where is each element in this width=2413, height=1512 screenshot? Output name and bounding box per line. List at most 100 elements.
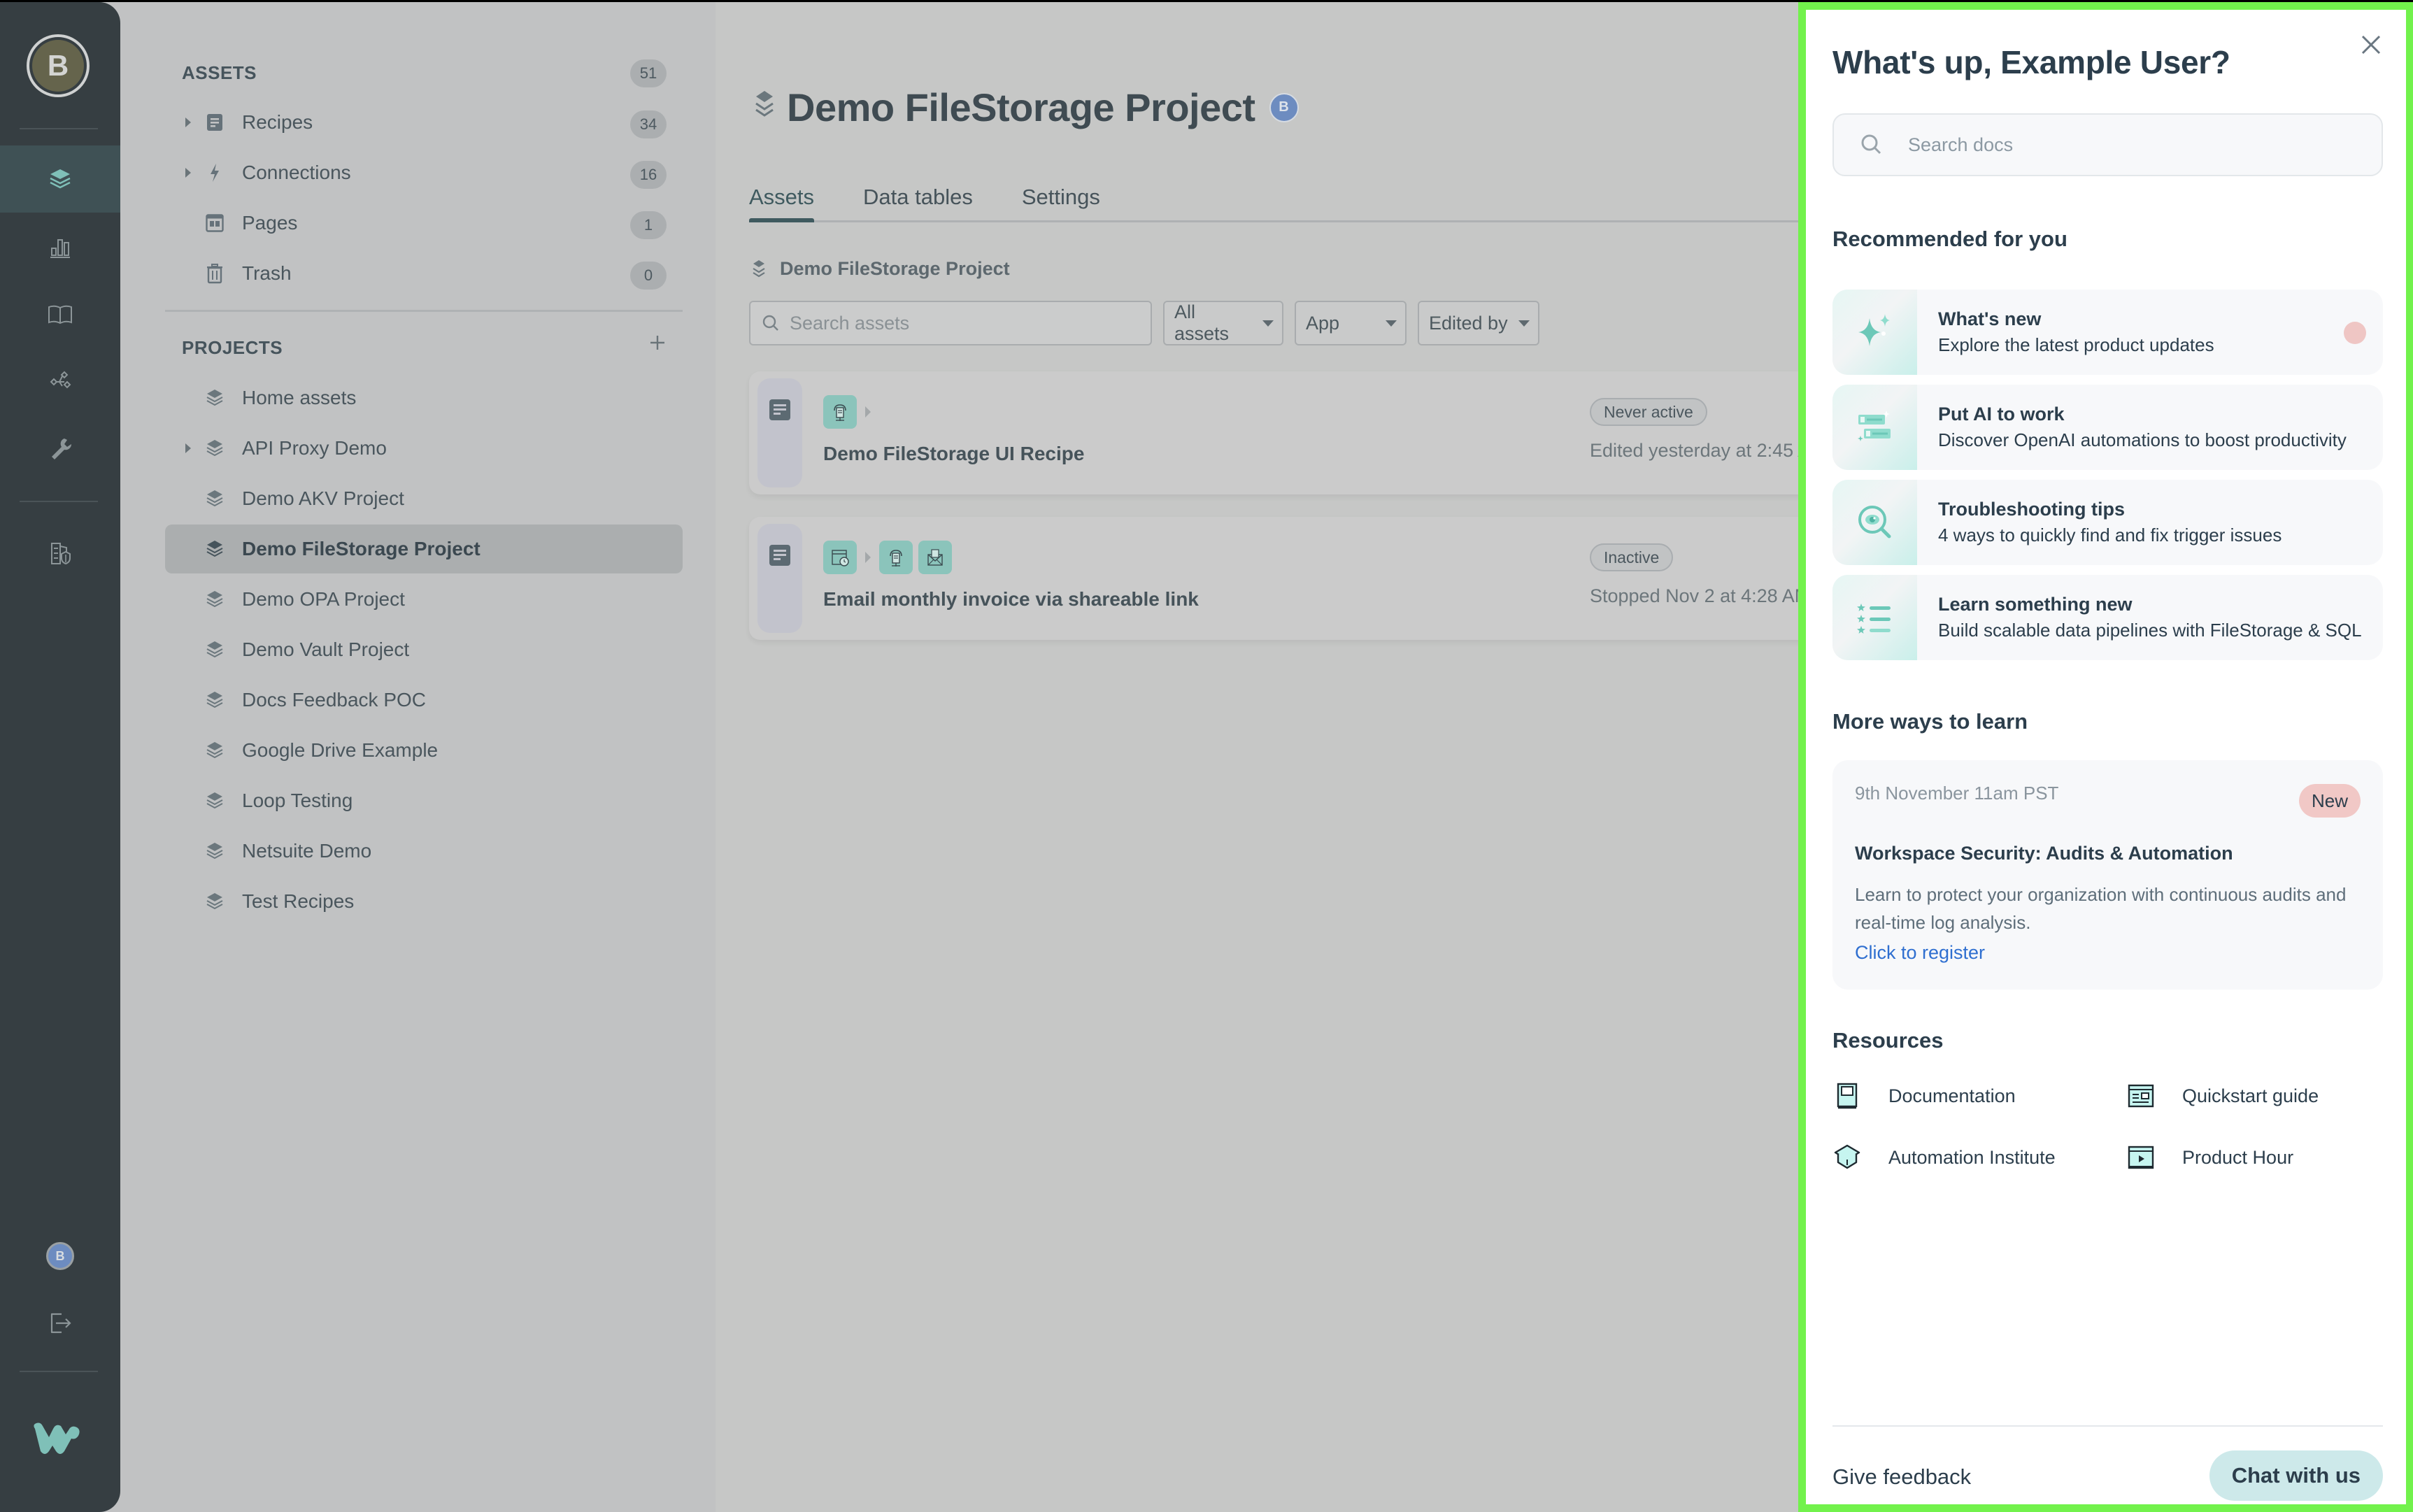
- nav-item-admin[interactable]: [0, 520, 120, 587]
- recipe-icon: [203, 110, 227, 134]
- app-dropdown[interactable]: App: [1295, 301, 1407, 345]
- add-project-icon[interactable]: [647, 332, 668, 353]
- resource-automation-institute[interactable]: Automation Institute: [1832, 1143, 2056, 1172]
- project-item[interactable]: Google Drive Example: [165, 726, 683, 775]
- browser-guide-icon: [2128, 1084, 2154, 1108]
- project-item[interactable]: Demo AKV Project: [165, 474, 683, 523]
- dropdown-label: Edited by: [1429, 312, 1508, 334]
- give-feedback-link[interactable]: Give feedback: [1832, 1464, 1971, 1490]
- project-stack-icon: [203, 638, 227, 662]
- dropdown-label: App: [1306, 312, 1340, 334]
- filter-bar: All assets App Edited by: [749, 301, 1539, 345]
- project-label: Demo OPA Project: [242, 588, 405, 610]
- nav-item-projects[interactable]: [0, 145, 120, 213]
- recommended-item-whats-new[interactable]: What's new Explore the latest product upd…: [1832, 290, 2383, 375]
- asset-meta: Stopped Nov 2 at 4:28 AM: [1590, 585, 1811, 606]
- asset-name[interactable]: Demo FileStorage UI Recipe: [823, 443, 1084, 465]
- project-stack-icon: [749, 88, 780, 127]
- recommended-item-put-ai-to-work[interactable]: Put AI to work Discover OpenAI automation…: [1832, 385, 2383, 470]
- help-panel: What's up, Example User? Recommended for…: [1798, 2, 2413, 1512]
- workspace-avatar[interactable]: B: [46, 1242, 74, 1270]
- asset-name[interactable]: Email monthly invoice via shareable link: [823, 588, 1199, 611]
- search-docs-input[interactable]: [1908, 134, 2328, 156]
- expand-caret-icon[interactable]: [178, 116, 199, 129]
- close-icon[interactable]: [2357, 31, 2385, 59]
- email-icon: [918, 541, 952, 574]
- register-link[interactable]: Click to register: [1855, 942, 1985, 964]
- app-connector-list: [823, 541, 952, 574]
- assets-item-label: Connections: [242, 162, 351, 183]
- filestorage-icon: [823, 395, 857, 429]
- tab-bar: Assets Data tables Settings: [749, 180, 1798, 222]
- asset-card[interactable]: Email monthly invoice via shareable link…: [749, 517, 1812, 640]
- book-doc-icon: [1837, 1083, 1858, 1109]
- resource-label: Quickstart guide: [2182, 1085, 2319, 1106]
- nav-rail: B B: [0, 2, 120, 1512]
- divider: [20, 128, 98, 129]
- star-list-icon: [1856, 604, 1891, 634]
- breadcrumb: Demo FileStorage Project: [749, 258, 1010, 280]
- resource-quickstart-guide[interactable]: Quickstart guide: [2126, 1081, 2319, 1111]
- breadcrumb-project[interactable]: Demo FileStorage Project: [780, 258, 1010, 280]
- owner-avatar-badge[interactable]: B: [1269, 92, 1299, 122]
- event-description: Learn to protect your organization with …: [1855, 884, 2347, 933]
- lightning-icon: [203, 161, 227, 185]
- graduation-cap-icon: [1834, 1144, 1860, 1169]
- resource-product-hour[interactable]: Product Hour: [2126, 1143, 2293, 1172]
- project-item[interactable]: Loop Testing: [165, 776, 683, 825]
- recommended-desc: 4 ways to quickly find and fix trigger i…: [1938, 525, 2282, 545]
- search-assets-field: [749, 301, 1152, 345]
- asset-card[interactable]: Demo FileStorage UI Recipe Never active …: [749, 371, 1826, 494]
- project-item[interactable]: Test Recipes: [165, 877, 683, 926]
- help-panel-title: What's up, Example User?: [1832, 44, 2230, 80]
- user-avatar-initial: B: [32, 40, 84, 92]
- project-label: API Proxy Demo: [242, 437, 387, 459]
- edited-by-dropdown[interactable]: Edited by: [1418, 301, 1539, 345]
- logout-icon[interactable]: [46, 1308, 74, 1336]
- chat-with-us-button[interactable]: Chat with us: [2209, 1450, 2383, 1501]
- wrench-icon: [52, 438, 72, 459]
- tab-settings[interactable]: Settings: [1022, 180, 1100, 220]
- assets-item-pages[interactable]: Pages: [165, 199, 683, 248]
- assets-count-badge: 51: [630, 59, 667, 87]
- workato-logo-icon[interactable]: [29, 1422, 88, 1458]
- project-item[interactable]: Home assets: [165, 373, 683, 422]
- project-stack-icon: [203, 890, 227, 913]
- recommended-title: Put AI to work: [1938, 404, 2065, 425]
- nav-item-dashboard[interactable]: [0, 213, 120, 280]
- assets-item-trash[interactable]: Trash: [165, 249, 683, 298]
- project-item[interactable]: API Proxy Demo: [165, 424, 683, 473]
- project-item[interactable]: Demo Vault Project: [165, 625, 683, 674]
- recommended-item-troubleshooting[interactable]: Troubleshooting tips 4 ways to quickly fi…: [1832, 480, 2383, 565]
- expand-caret-icon[interactable]: [178, 166, 199, 179]
- tab-data-tables[interactable]: Data tables: [863, 180, 973, 220]
- tab-assets[interactable]: Assets: [749, 180, 815, 222]
- search-assets-input[interactable]: [790, 312, 1125, 334]
- nav-item-tools[interactable]: [0, 415, 120, 482]
- book-icon: [48, 305, 72, 324]
- all-assets-dropdown[interactable]: All assets: [1163, 301, 1283, 345]
- user-avatar[interactable]: B: [27, 34, 90, 97]
- nav-item-library[interactable]: [0, 280, 120, 348]
- expand-caret-icon[interactable]: [178, 442, 199, 455]
- nav-item-api-platform[interactable]: [0, 348, 120, 415]
- video-play-icon: [2128, 1146, 2154, 1169]
- project-item[interactable]: Docs Feedback POC: [165, 676, 683, 725]
- bar-chart-icon: [50, 239, 70, 258]
- recommended-title: Troubleshooting tips: [1938, 499, 2125, 520]
- assets-item-connections[interactable]: Connections: [165, 148, 683, 197]
- assets-item-recipes[interactable]: Recipes: [165, 98, 683, 147]
- project-item[interactable]: Demo OPA Project: [165, 575, 683, 624]
- project-label: Docs Feedback POC: [242, 689, 426, 711]
- assets-heading: ASSETS: [182, 62, 257, 83]
- resource-documentation[interactable]: Documentation: [1832, 1081, 2016, 1111]
- pages-icon: [203, 211, 227, 235]
- learn-heading: More ways to learn: [1832, 709, 2028, 734]
- recipe-icon: [769, 545, 790, 566]
- scheduler-icon: [823, 541, 857, 574]
- recommended-heading: Recommended for you: [1832, 227, 2067, 251]
- project-item[interactable]: Netsuite Demo: [165, 827, 683, 876]
- project-stack-icon: [203, 537, 227, 561]
- recommended-item-learn-something-new[interactable]: Learn something new Build scalable data p…: [1832, 575, 2383, 660]
- project-item[interactable]: Demo FileStorage Project: [165, 525, 683, 573]
